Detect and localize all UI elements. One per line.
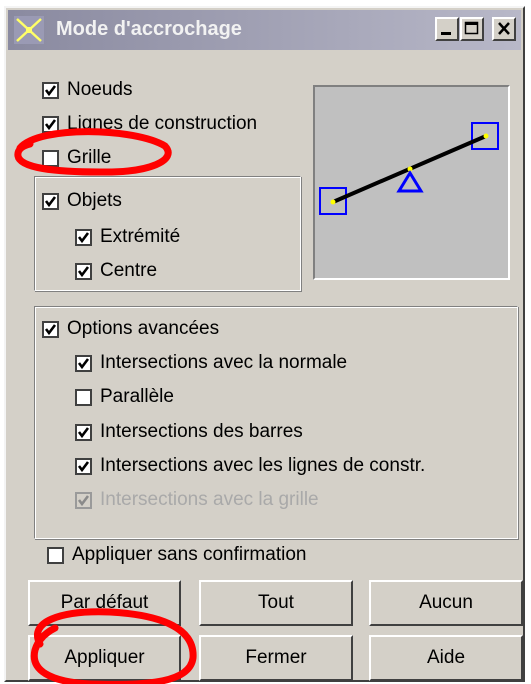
- snap-app-icon: [14, 16, 44, 44]
- checkbox-box[interactable]: [42, 149, 59, 167]
- check-mark-icon: [77, 357, 90, 369]
- snap-mode-dialog: Mode d'accrochage Noeuds Lignes de const…: [4, 6, 525, 682]
- check-mark-icon: [44, 84, 57, 96]
- checkbox-lignes-construction[interactable]: Lignes de construction: [42, 111, 257, 137]
- checkbox-label: Intersections avec la grille: [100, 489, 319, 510]
- checkbox-box[interactable]: [75, 228, 92, 246]
- snap-preview-drawing: [319, 122, 499, 215]
- checkbox-grille[interactable]: Grille: [42, 145, 111, 171]
- checkbox-label: Centre: [100, 260, 158, 281]
- checkbox-box[interactable]: [42, 115, 59, 133]
- tout-button[interactable]: Tout: [199, 580, 353, 626]
- checkbox-label: Objets: [67, 190, 122, 211]
- check-mark-icon: [77, 265, 90, 277]
- check-mark-icon: [44, 323, 57, 335]
- checkbox-label: Grille: [67, 147, 112, 168]
- close-icon: [498, 22, 510, 35]
- checkbox-appliquer-sans-confirmation[interactable]: Appliquer sans confirmation: [47, 542, 306, 568]
- checkbox-label: Noeuds: [67, 79, 133, 100]
- end-point: [483, 133, 489, 139]
- checkbox-box[interactable]: [42, 320, 59, 338]
- minimize-icon: [441, 32, 451, 35]
- fermer-button[interactable]: Fermer: [199, 635, 353, 681]
- checkbox-label: Intersections avec la normale: [100, 352, 348, 373]
- checkbox-box: [75, 491, 92, 509]
- aucun-button[interactable]: Aucun: [369, 580, 523, 626]
- checkbox-objets[interactable]: Objets: [42, 188, 122, 214]
- checkbox-box[interactable]: [75, 354, 92, 372]
- check-mark-icon: [77, 231, 90, 243]
- check-mark-icon: [77, 426, 90, 438]
- check-mark-icon: [77, 494, 90, 506]
- aide-button[interactable]: Aide: [369, 635, 523, 681]
- checkbox-intersections-grille: Intersections avec la grille: [75, 487, 319, 513]
- check-mark-icon: [44, 195, 57, 207]
- window-title: Mode d'accrochage: [56, 18, 242, 40]
- check-mark-icon: [77, 460, 90, 472]
- checkbox-label: Lignes de construction: [67, 113, 258, 134]
- checkbox-box[interactable]: [47, 546, 64, 564]
- minimize-button[interactable]: [435, 17, 459, 41]
- checkbox-box[interactable]: [75, 262, 92, 280]
- checkbox-label: Intersections avec les lignes de constr.: [100, 455, 426, 476]
- close-button[interactable]: [492, 17, 516, 41]
- center-snap-triangle: [396, 170, 424, 193]
- checkbox-label: Intersections des barres: [100, 421, 303, 442]
- checkbox-options-avancees[interactable]: Options avancées: [42, 316, 219, 342]
- snap-preview: [313, 85, 510, 280]
- checkbox-extremite[interactable]: Extrémité: [75, 224, 180, 250]
- checkbox-box[interactable]: [42, 81, 59, 99]
- checkbox-centre[interactable]: Centre: [75, 258, 157, 284]
- checkbox-box[interactable]: [42, 192, 59, 210]
- start-point: [330, 199, 336, 205]
- checkbox-box[interactable]: [75, 423, 92, 441]
- par-defaut-button[interactable]: Par défaut: [28, 580, 181, 626]
- check-mark-icon: [44, 118, 57, 130]
- title-bar[interactable]: Mode d'accrochage: [8, 10, 521, 50]
- appliquer-button[interactable]: Appliquer: [28, 635, 181, 681]
- maximize-button[interactable]: [460, 17, 484, 41]
- checkbox-intersections-lignes-constr[interactable]: Intersections avec les lignes de constr.: [75, 453, 425, 479]
- maximize-icon: [464, 21, 479, 35]
- checkbox-intersections-barres[interactable]: Intersections des barres: [75, 419, 303, 445]
- checkbox-intersections-normale[interactable]: Intersections avec la normale: [75, 350, 347, 376]
- checkbox-label: Extrémité: [100, 226, 181, 247]
- checkbox-label: Options avancées: [67, 318, 220, 339]
- checkbox-box[interactable]: [75, 388, 92, 406]
- checkbox-label: Parallèle: [100, 386, 174, 407]
- checkbox-label: Appliquer sans confirmation: [72, 544, 307, 565]
- checkbox-noeuds[interactable]: Noeuds: [42, 77, 133, 103]
- checkbox-box[interactable]: [75, 457, 92, 475]
- checkbox-parallele[interactable]: Parallèle: [75, 384, 174, 410]
